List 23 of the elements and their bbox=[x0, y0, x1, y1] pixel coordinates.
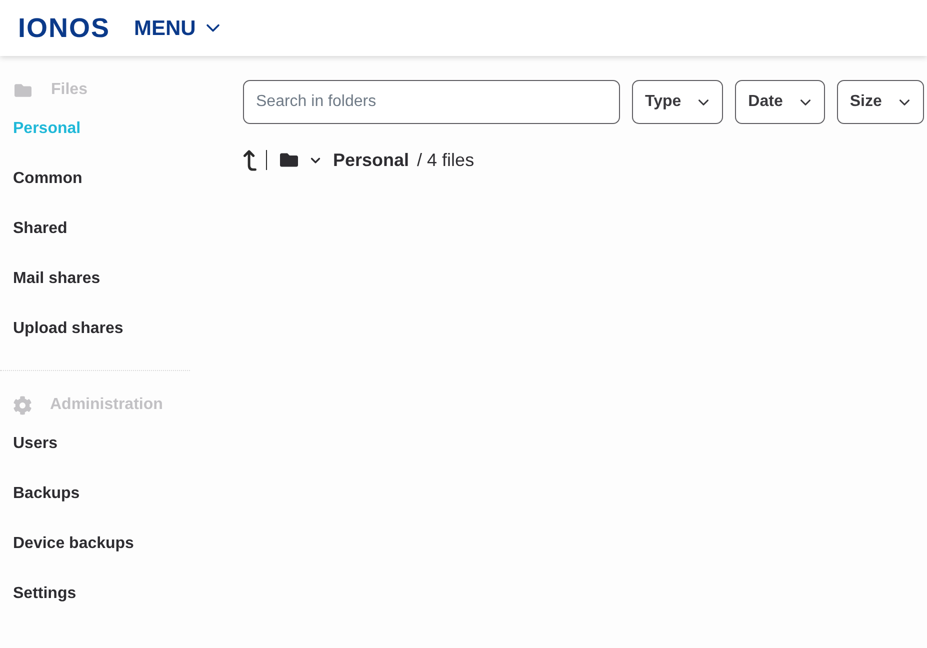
sidebar-item[interactable]: Users bbox=[0, 419, 190, 469]
sidebar-item[interactable]: Upload shares bbox=[0, 304, 190, 354]
filter-dropdown[interactable]: Date bbox=[735, 80, 825, 124]
filter-dropdown[interactable]: Type bbox=[632, 80, 724, 124]
search-field[interactable]: Search in folders bbox=[243, 80, 620, 124]
filter-dropdown[interactable]: Size bbox=[836, 80, 924, 124]
up-arrow-icon[interactable] bbox=[243, 150, 257, 170]
folder-icon bbox=[278, 151, 300, 169]
section-heading: Files bbox=[51, 80, 88, 100]
sidebar-item[interactable]: Common bbox=[0, 154, 190, 204]
folder-menu-button[interactable] bbox=[278, 151, 323, 169]
menu-button[interactable]: MENU bbox=[134, 17, 224, 39]
sidebar-item[interactable]: Device backups bbox=[0, 519, 190, 569]
logo[interactable]: IONOS bbox=[18, 14, 110, 42]
settings-icon bbox=[13, 396, 32, 414]
sidebar-item[interactable]: Settings bbox=[0, 569, 190, 619]
file-count: / 4 files bbox=[417, 148, 474, 172]
sidebar-item[interactable]: Mail shares bbox=[0, 254, 190, 304]
breadcrumb-folder[interactable]: Personal bbox=[333, 146, 410, 174]
sidebar-item[interactable]: Shared bbox=[0, 204, 190, 254]
sidebar-item[interactable]: Backups bbox=[0, 469, 190, 519]
section-heading: Administration bbox=[50, 395, 163, 415]
folder-icon bbox=[13, 82, 33, 98]
